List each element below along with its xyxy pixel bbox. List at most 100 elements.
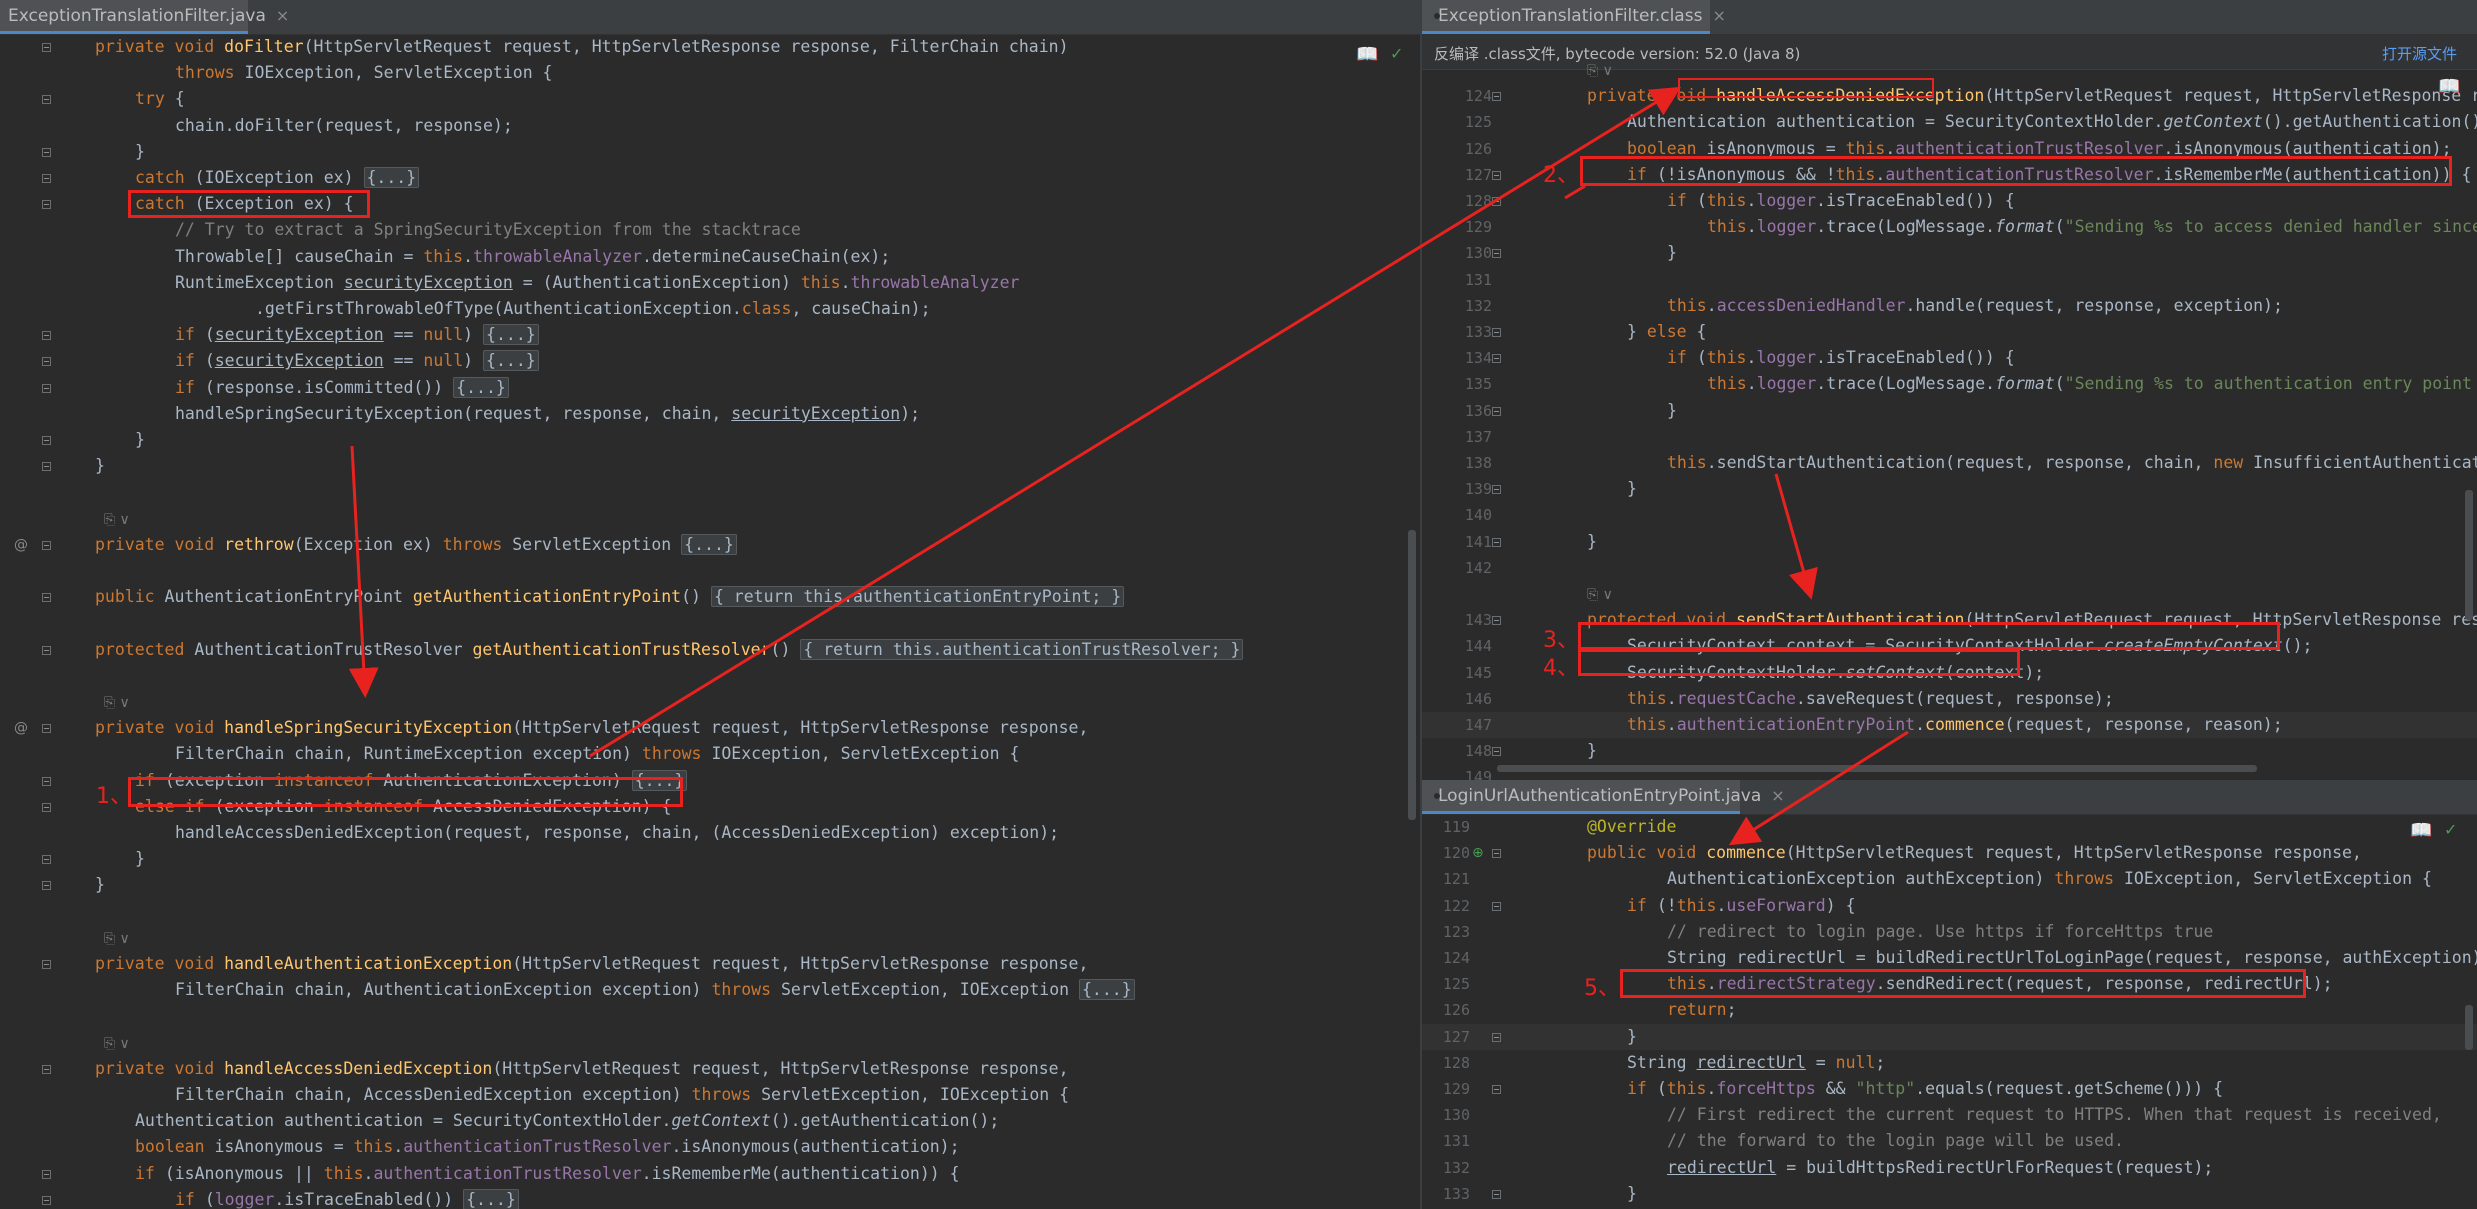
close-icon[interactable]: × <box>1771 786 1784 805</box>
code-line[interactable]: 126 return; <box>1422 997 2477 1023</box>
code-line[interactable] <box>0 479 1420 505</box>
code-line[interactable]: Throwable[] causeChain = this.throwableA… <box>0 244 1420 270</box>
fold-marker-icon[interactable] <box>42 1064 51 1074</box>
tab-exceptiontranslationfilter-class[interactable]: ExceptionTranslationFilter.class × <box>1422 0 1726 34</box>
fold-marker-icon[interactable] <box>1492 406 1501 416</box>
code-line[interactable]: if (logger.isTraceEnabled()) {...} <box>0 1187 1420 1209</box>
fold-marker-icon[interactable] <box>42 383 51 393</box>
code-line[interactable]: 135 this.logger.trace(LogMessage.format("… <box>1422 371 2477 397</box>
fold-marker-icon[interactable] <box>1492 1032 1501 1042</box>
code-line[interactable]: ⎘ ∨ <box>1422 57 2477 83</box>
fold-marker-icon[interactable] <box>42 436 51 445</box>
fold-marker-icon[interactable] <box>42 462 51 472</box>
fold-marker-icon[interactable] <box>42 95 51 105</box>
code-line[interactable]: private void doFilter(HttpServletRequest… <box>0 34 1420 60</box>
close-icon[interactable]: × <box>1712 6 1725 25</box>
code-line[interactable]: 138 this.sendStartAuthentication(request,… <box>1422 450 2477 476</box>
right-top-hscrollbar[interactable] <box>1497 765 2257 772</box>
code-line[interactable]: 119 @Override <box>1422 814 2477 840</box>
code-line[interactable]: catch (IOException ex) {...} <box>0 165 1420 191</box>
tab-loginurlauthenticationentrypoint-java[interactable]: LoginUrlAuthenticationEntryPoint.java × <box>1422 780 1785 814</box>
fold-marker-icon[interactable] <box>1492 1189 1501 1199</box>
right-top-vscrollbar[interactable] <box>2465 490 2473 620</box>
code-line[interactable]: if (response.isCommitted()) {...} <box>0 375 1420 401</box>
code-line[interactable]: 133} else { <box>1422 319 2477 345</box>
code-line[interactable]: ⎘ ∨ <box>0 925 1420 951</box>
code-line[interactable] <box>0 663 1420 689</box>
code-line[interactable]: 137 <box>1422 424 2477 450</box>
code-line[interactable]: FilterChain chain, AccessDeniedException… <box>0 1082 1420 1108</box>
code-line[interactable]: 128 if (this.logger.isTraceEnabled()) { <box>1422 188 2477 214</box>
implements-gutter-icon[interactable]: ⊕ <box>1472 840 1484 866</box>
code-line[interactable]: 139} <box>1422 476 2477 502</box>
fold-marker-icon[interactable] <box>1492 354 1501 364</box>
fold-marker-icon[interactable] <box>42 147 51 157</box>
code-line[interactable]: ⎘ ∨ <box>0 506 1420 532</box>
code-line[interactable]: private void handleAuthenticationExcepti… <box>0 951 1420 977</box>
fold-marker-icon[interactable] <box>1492 328 1501 337</box>
code-line[interactable]: try { <box>0 86 1420 112</box>
code-line[interactable]: 141} <box>1422 529 2477 555</box>
fold-marker-icon[interactable] <box>42 855 51 865</box>
override-marker-icon[interactable]: @ <box>14 715 28 741</box>
code-line[interactable]: .getFirstThrowableOfType(AuthenticationE… <box>0 296 1420 322</box>
code-line[interactable] <box>0 610 1420 636</box>
code-line[interactable]: } <box>0 846 1420 872</box>
code-line[interactable]: } <box>0 453 1420 479</box>
code-line[interactable]: RuntimeException securityException = (Au… <box>0 270 1420 296</box>
code-line[interactable]: 127} <box>1422 1023 2477 1050</box>
fold-marker-icon[interactable] <box>1492 747 1501 757</box>
fold-marker-icon[interactable] <box>1492 849 1501 859</box>
code-line[interactable]: 122 if (!this.useForward) { <box>1422 893 2477 919</box>
tab-exceptiontranslationfilter-java[interactable]: ExceptionTranslationFilter.java × <box>0 0 289 34</box>
code-line[interactable]: 129 if (this.forceHttps && "http".equals(… <box>1422 1076 2477 1102</box>
code-line[interactable]: 133} <box>1422 1181 2477 1207</box>
code-line[interactable]: 125 Authentication authentication = Secur… <box>1422 109 2477 135</box>
code-line[interactable]: 140 <box>1422 502 2477 528</box>
fold-marker-icon[interactable] <box>42 776 51 786</box>
code-line[interactable]: ⎘ ∨ <box>1422 581 2477 607</box>
code-line[interactable]: } <box>0 427 1420 453</box>
fold-marker-icon[interactable] <box>42 645 51 655</box>
code-line[interactable]: 128 String redirectUrl = null; <box>1422 1050 2477 1076</box>
code-line[interactable]: 120 public void commence(HttpServletReque… <box>1422 840 2477 866</box>
fold-marker-icon[interactable] <box>1492 92 1501 102</box>
code-line[interactable]: protected AuthenticationTrustResolver ge… <box>0 637 1420 663</box>
fold-marker-icon[interactable] <box>1492 485 1501 495</box>
code-line[interactable]: private void handleAccessDeniedException… <box>0 1056 1420 1082</box>
code-line[interactable]: chain.doFilter(request, response); <box>0 113 1420 139</box>
code-line[interactable] <box>0 899 1420 925</box>
fold-marker-icon[interactable] <box>1492 537 1501 547</box>
code-line[interactable]: 131 // the forward to the login page will… <box>1422 1128 2477 1154</box>
code-line[interactable]: 130} <box>1422 240 2477 266</box>
code-line[interactable]: @ private void rethrow(Exception ex) thro… <box>0 532 1420 558</box>
code-line[interactable]: 148} <box>1422 738 2477 764</box>
code-line[interactable]: if (securityException == null) {...} <box>0 348 1420 374</box>
code-line[interactable]: 121 AuthenticationException authException… <box>1422 866 2477 892</box>
fold-marker-icon[interactable] <box>42 43 51 52</box>
code-line[interactable]: if (securityException == null) {...} <box>0 322 1420 348</box>
code-line[interactable]: FilterChain chain, RuntimeException exce… <box>0 741 1420 767</box>
code-line[interactable] <box>0 558 1420 584</box>
code-line[interactable]: 131 <box>1422 267 2477 293</box>
reader-mode-icon[interactable]: 📖 <box>2410 820 2432 841</box>
fold-marker-icon[interactable] <box>1492 901 1501 911</box>
fold-marker-icon[interactable] <box>1492 616 1501 626</box>
code-line[interactable]: } <box>0 139 1420 165</box>
code-line[interactable]: ⎘ ∨ <box>0 1030 1420 1056</box>
code-line[interactable]: // Try to extract a SpringSecurityExcept… <box>0 217 1420 243</box>
code-line[interactable]: FilterChain chain, AuthenticationExcepti… <box>0 977 1420 1003</box>
fold-marker-icon[interactable] <box>1492 249 1501 259</box>
fold-marker-icon[interactable] <box>42 174 51 183</box>
code-line[interactable] <box>0 1003 1420 1029</box>
code-line[interactable]: Authentication authentication = Security… <box>0 1108 1420 1134</box>
fold-marker-icon[interactable] <box>42 357 51 367</box>
fold-marker-icon[interactable] <box>42 200 51 210</box>
code-line[interactable]: throws IOException, ServletException { <box>0 60 1420 86</box>
code-line[interactable]: 130 // First redirect the current request… <box>1422 1102 2477 1128</box>
code-line[interactable]: if (isAnonymous || this.authenticationTr… <box>0 1161 1420 1187</box>
fold-marker-icon[interactable] <box>42 540 51 550</box>
code-line[interactable]: } <box>0 872 1420 898</box>
right-bottom-code-area[interactable]: 119 @Override 120 public void commence(Http… <box>1422 814 2477 1209</box>
code-line[interactable]: 136} <box>1422 398 2477 424</box>
